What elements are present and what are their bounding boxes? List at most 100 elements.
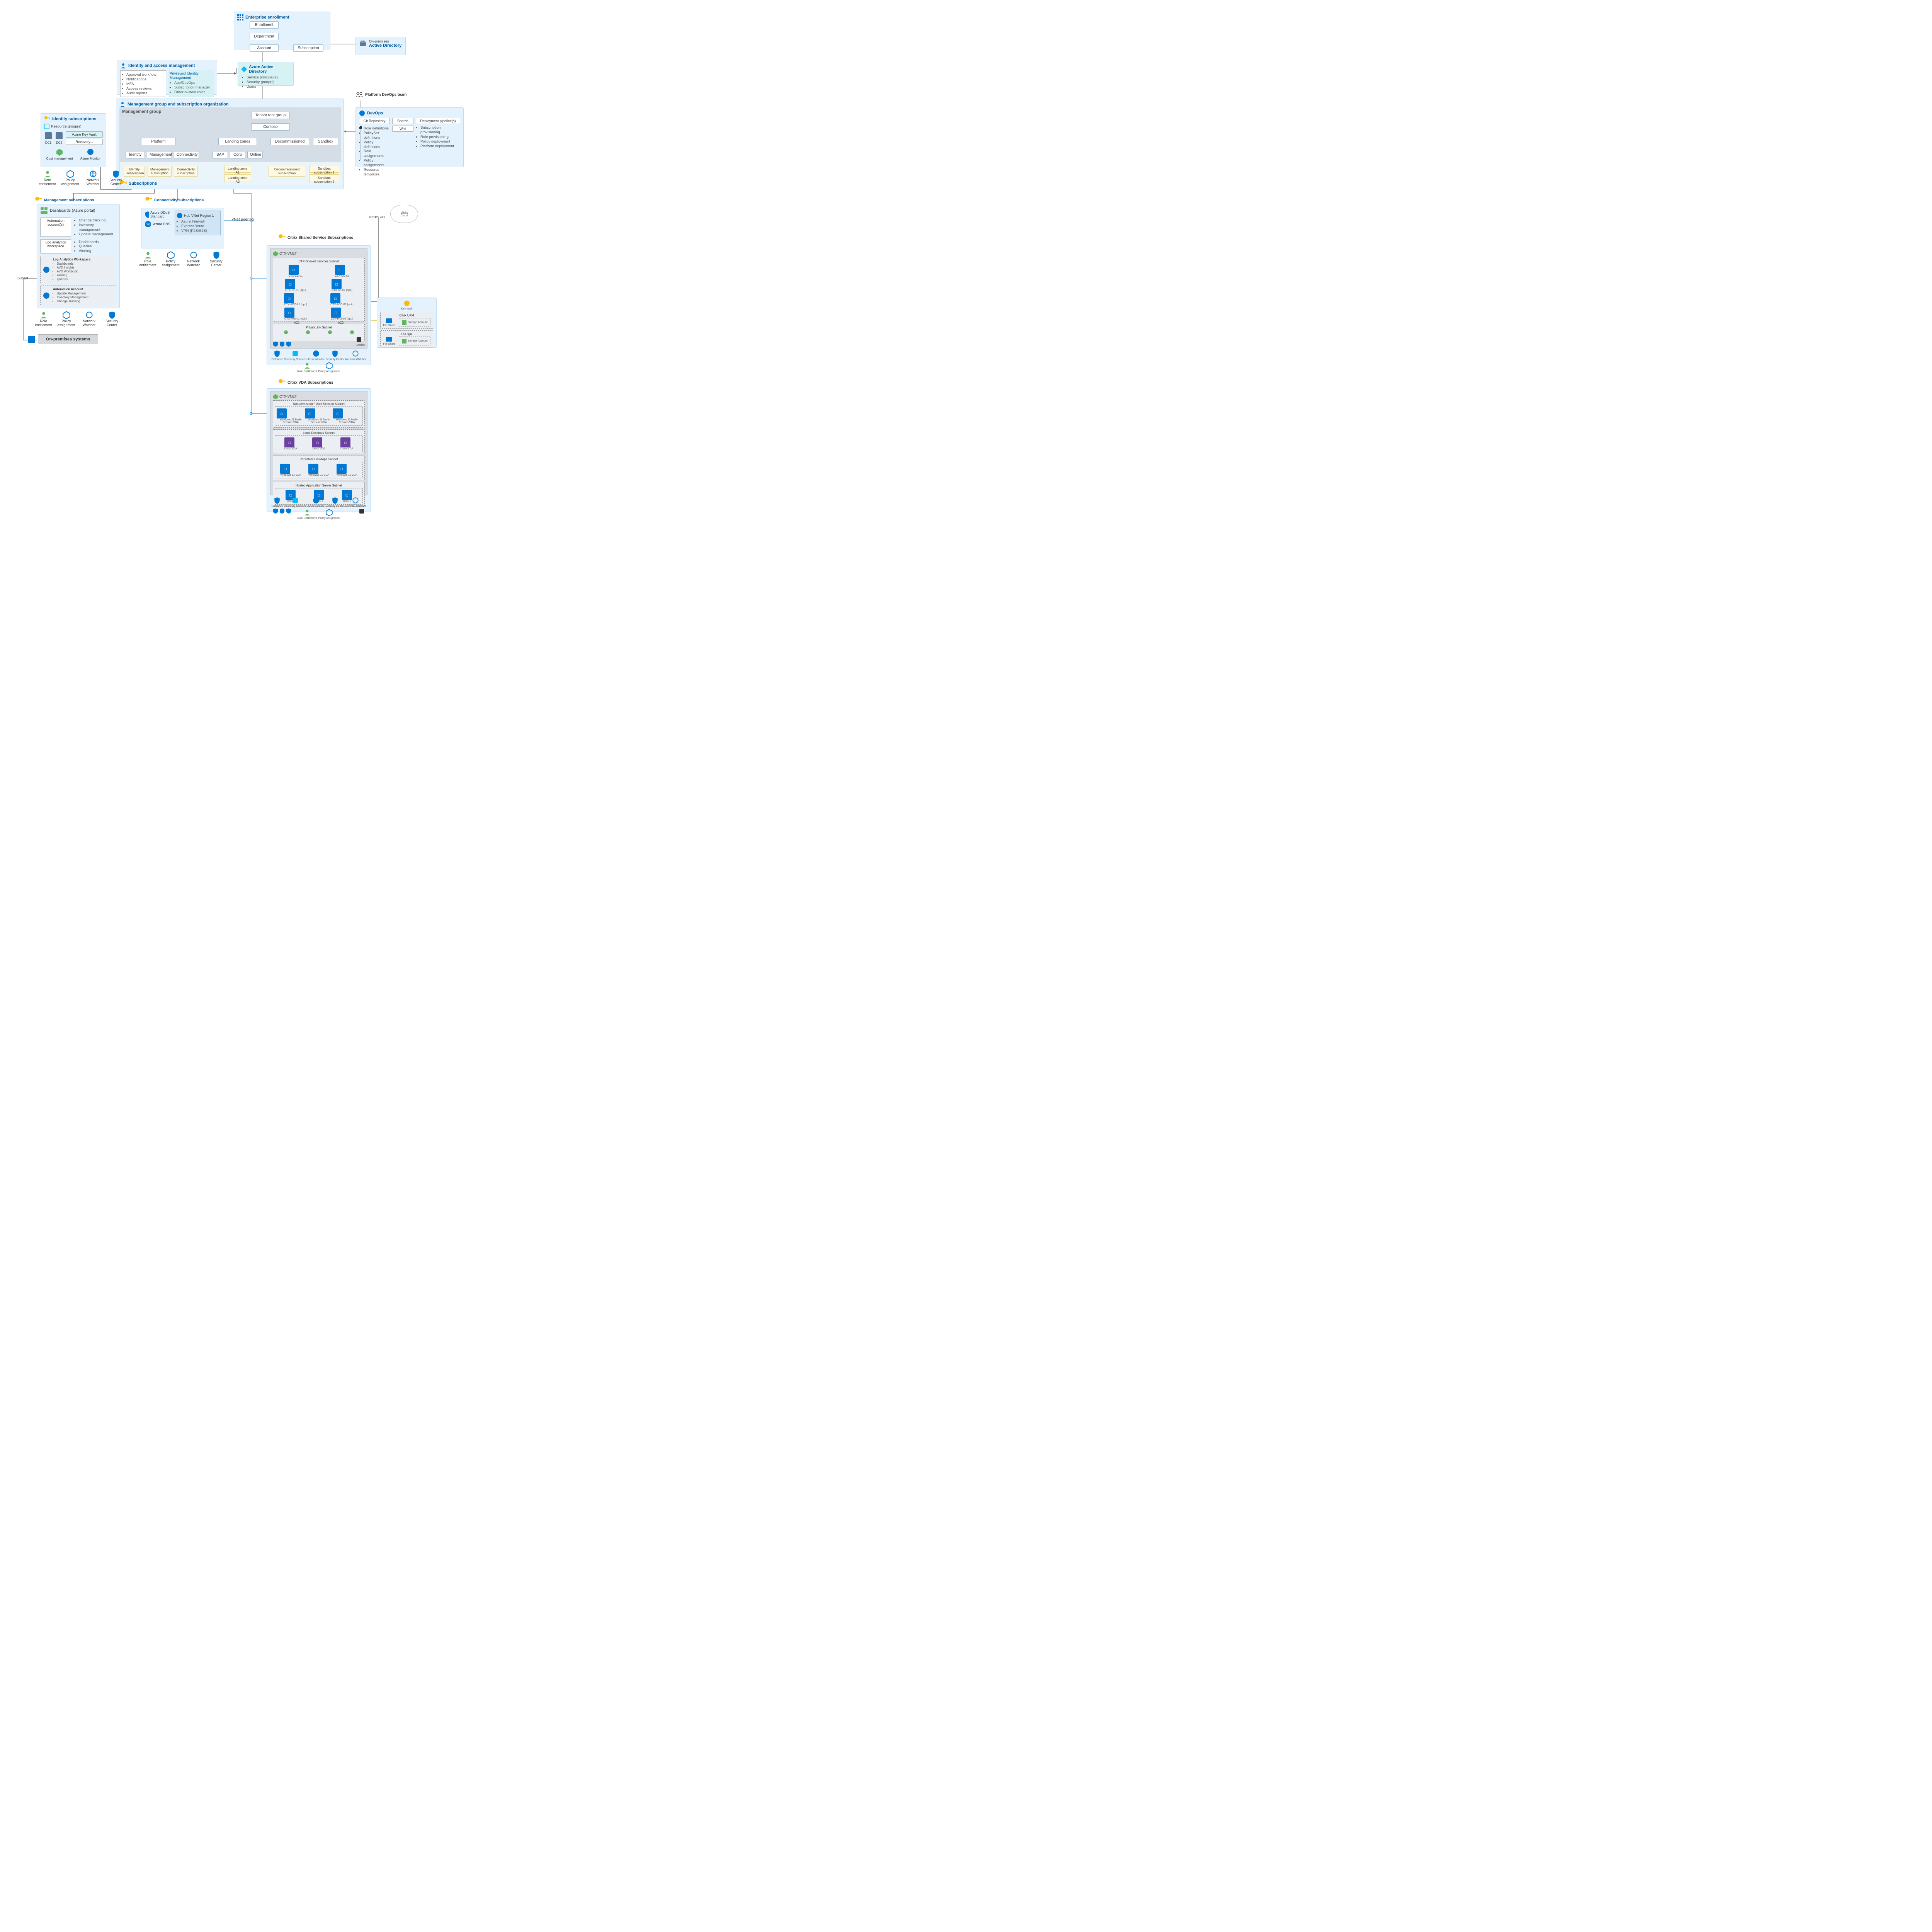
monitor-icon	[313, 350, 320, 357]
onprem-ad-subtitle: Active Directory	[369, 43, 401, 48]
shield-icon	[112, 170, 120, 178]
monitor-icon	[313, 497, 320, 504]
policy-icon	[63, 311, 70, 319]
mgmt-node: Management	[147, 151, 172, 158]
vnet-peering-label: vNet peering	[232, 218, 254, 222]
vm-icon: ▢	[284, 308, 294, 318]
shared-subnet-label: CTX-Shared Services Subnet	[275, 260, 363, 263]
citrix-vda-title: Citrix VDA Subscriptions	[278, 379, 333, 386]
recovery-icon	[292, 497, 299, 504]
privatelink-label: PrivateLink Subnet	[275, 326, 363, 329]
vm-icon: ▢	[285, 279, 295, 289]
devops-team-label: Platform DevOps team	[355, 91, 406, 99]
contoso-node: Contoso	[251, 123, 290, 131]
security-icon	[332, 497, 338, 504]
law-box: Log analytics workspace	[40, 239, 71, 254]
gear-icon	[42, 265, 51, 274]
sap-node: SAP	[213, 151, 228, 158]
user-icon	[304, 509, 311, 516]
tenant-root-node: Tenant root group	[251, 112, 290, 119]
mgmt-sub-title: Management subscriptions	[35, 196, 94, 204]
user-icon	[304, 362, 311, 369]
policy-icon	[326, 509, 333, 516]
recovery-icon	[292, 350, 299, 357]
nsg-icon	[286, 508, 291, 514]
monitor-icon	[87, 148, 94, 156]
defender-icon	[274, 350, 281, 357]
devops-icon	[359, 110, 365, 116]
pe-icon	[328, 330, 332, 335]
nsg-icon	[286, 341, 291, 347]
nsg-icon	[273, 341, 278, 347]
enterprise-enrollment-panel: Enterprise enrollment Enrollment Departm…	[234, 12, 330, 50]
enterprise-enrollment-title: Enterprise enrollment	[237, 14, 327, 20]
identity-sub-title: Identity subscriptions	[44, 116, 103, 122]
mgmt-sub-node: Management subscription	[148, 166, 172, 177]
policy-icon	[66, 170, 74, 178]
identity-sub-node: Identity subscription	[124, 166, 145, 177]
key-icon	[145, 196, 153, 204]
gear-icon	[42, 291, 51, 300]
vm-icon: ▢	[337, 464, 347, 474]
online-node: Online	[247, 151, 263, 158]
user-icon	[44, 170, 51, 178]
storage-icon	[401, 338, 407, 344]
shield-icon	[213, 251, 220, 259]
pe-icon	[306, 330, 310, 335]
fileshare-icon	[386, 337, 393, 342]
people-icon	[355, 91, 363, 99]
network-icon	[352, 497, 359, 504]
citrix-shared-panel: CTX-VNET CTX-Shared Services Subnet ▢CTX…	[267, 245, 371, 365]
globe-icon	[177, 213, 183, 219]
vnet-icon	[273, 394, 278, 399]
department-node: Department	[250, 33, 279, 40]
pim-title: Privileged Identity Management	[170, 71, 213, 80]
aad-panel: Azure Active Directory Service principal…	[238, 62, 294, 86]
cost-icon	[56, 148, 63, 156]
nsg-icon	[279, 341, 285, 347]
identity-bottom-icons: Role entitlement Policy assignment Netwo…	[37, 170, 126, 186]
conn-sub-panel: Azure DDoS Standard DNSAzure DNS Hub VNe…	[141, 208, 224, 248]
vm-icon: ▢	[330, 293, 340, 303]
aad-list: Service principal(s) Security group(s) U…	[247, 75, 290, 89]
dns-icon: DNS	[145, 221, 151, 228]
mg-title: Management group and subscription organi…	[119, 101, 340, 107]
pipeline-box: Deployment pipeline(s)	[416, 118, 460, 124]
identity-sub-panel: Identity subscriptions Resource group(s)…	[41, 113, 106, 167]
defender-icon	[274, 497, 281, 504]
people-icon	[119, 101, 126, 107]
pe-icon	[284, 330, 288, 335]
vm-icon: ▢	[308, 464, 318, 474]
https-label: HTTPS 443	[369, 216, 385, 219]
keyvault-box: Azure Key Vault	[66, 131, 103, 138]
cloud-server-icon	[359, 40, 367, 48]
person-icon	[120, 63, 126, 69]
vm-icon: ▢	[332, 279, 342, 289]
nsg-icon	[279, 508, 285, 514]
identity-node: Identity	[126, 151, 145, 158]
sandbox-node: Sandbox	[313, 138, 338, 145]
key-icon	[35, 196, 43, 204]
keyvault-icon	[404, 300, 410, 306]
mgmt-sub-panel: Dashboards (Azure portal) Automation acc…	[37, 204, 120, 308]
server-icon	[55, 131, 63, 140]
vm-icon: ▢	[284, 293, 294, 303]
decom-node: Decommissioned	[270, 138, 309, 145]
nsg-icon	[273, 508, 278, 514]
vm-icon: ▢	[312, 437, 322, 447]
account-node: Account	[250, 44, 279, 52]
diamond-icon	[241, 66, 247, 72]
svg-text:DNS: DNS	[146, 224, 151, 226]
network-icon	[85, 311, 93, 319]
key-icon	[44, 116, 50, 122]
network-icon	[352, 350, 359, 357]
citrix-shared-footer-icons: Defender Recovery Services Azure Monitor…	[270, 350, 367, 373]
dashboard-icon	[40, 207, 48, 214]
conn-sub-title: Connectivity subscriptions	[145, 196, 204, 204]
vm-icon: ▢	[333, 408, 343, 418]
diagram-canvas: Enterprise enrollment Enrollment Departm…	[8, 8, 471, 522]
corp-node: Corp	[230, 151, 245, 158]
shield-icon	[108, 311, 116, 319]
server-icon	[44, 131, 53, 140]
lz-a2-node: Landing zone A2	[224, 174, 251, 182]
